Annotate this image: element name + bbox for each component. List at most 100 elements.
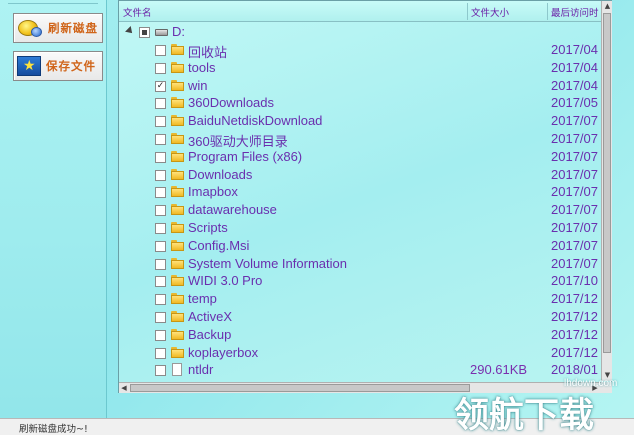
vertical-scrollbar[interactable]: ▲ ▼	[601, 1, 612, 381]
tree-row[interactable]: koplayerbox 2017/12	[119, 344, 601, 362]
folder-icon	[171, 133, 184, 144]
row-checkbox[interactable]	[155, 240, 166, 252]
row-name: win	[188, 77, 208, 93]
column-separator[interactable]	[467, 3, 468, 20]
row-checkbox[interactable]	[155, 116, 166, 128]
folder-icon	[171, 239, 184, 251]
row-name: 360Downloads	[188, 95, 275, 111]
row-checkbox[interactable]	[155, 187, 166, 199]
row-date: 2017/10	[551, 273, 598, 289]
root-drive-name: D:	[172, 24, 185, 39]
row-date: 2017/07	[551, 202, 598, 218]
row-checkbox[interactable]	[155, 223, 166, 234]
column-separator[interactable]	[547, 3, 548, 20]
tree-row[interactable]: ✓ win 2017/04	[119, 77, 601, 95]
row-checkbox[interactable]	[155, 62, 166, 74]
row-name: Backup	[188, 326, 232, 342]
row-name: Downloads	[188, 166, 253, 182]
column-header-last-access[interactable]: 最后访问时	[551, 5, 601, 19]
row-checkbox[interactable]	[155, 347, 166, 359]
row-checkbox[interactable]	[155, 169, 166, 181]
folder-icon	[171, 186, 184, 198]
tree-row[interactable]: System Volume Information 2017/07	[119, 255, 601, 273]
tree-row[interactable]: Downloads 2017/07	[119, 166, 601, 184]
file-icon	[172, 363, 182, 377]
row-date: 2017/07	[551, 220, 598, 235]
tree-row[interactable]: Imapbox 2017/07	[119, 183, 601, 201]
row-checkbox[interactable]	[155, 329, 166, 341]
refresh-disk-button[interactable]: 刷新磁盘	[13, 13, 103, 43]
row-checkbox[interactable]	[155, 294, 166, 306]
row-date: 2017/07	[551, 131, 598, 146]
folder-icon	[171, 311, 184, 322]
tree-row[interactable]: Program Files (x86) 2017/07	[119, 148, 601, 166]
refresh-disk-icon	[17, 16, 43, 40]
tree-row[interactable]: WIDI 3.0 Pro 2017/10	[119, 272, 601, 290]
folder-icon	[171, 275, 184, 287]
row-checkbox[interactable]	[155, 365, 166, 377]
expand-arrow-icon[interactable]	[125, 26, 135, 36]
row-date: 2017/04	[551, 59, 598, 75]
tree-row[interactable]: BaiduNetdiskDownload 2017/07	[119, 112, 601, 130]
tree-root-row[interactable]: D:	[119, 23, 601, 41]
row-date: 2017/07	[551, 237, 598, 253]
row-checkbox[interactable]	[155, 98, 166, 110]
row-checkbox[interactable]	[155, 276, 166, 288]
row-name: Imapbox	[188, 184, 238, 200]
row-checkbox[interactable]	[155, 312, 166, 323]
row-date: 2017/12	[551, 309, 598, 324]
tree-row[interactable]: 360Downloads 2017/05	[119, 94, 601, 112]
save-file-button[interactable]: ★ 保存文件	[13, 51, 103, 81]
file-tree[interactable]: 文件名 文件大小 最后访问时 D: 回收站 2017/04 tools 2017/04…	[118, 0, 612, 393]
scroll-left-arrow-icon[interactable]: ◀	[119, 383, 129, 393]
row-checkbox[interactable]: ✓	[155, 80, 166, 92]
folder-icon	[171, 97, 184, 109]
row-date: 2017/07	[551, 148, 598, 164]
tree-row[interactable]: tools 2017/04	[119, 59, 601, 77]
row-name: WIDI 3.0 Pro	[188, 273, 263, 289]
save-file-label: 保存文件	[46, 59, 96, 73]
tree-row[interactable]: 回收站 2017/04	[119, 41, 601, 60]
row-name: BaiduNetdiskDownload	[188, 113, 323, 129]
row-name: Config.Msi	[188, 237, 250, 253]
column-header-size[interactable]: 文件大小	[471, 5, 509, 19]
folder-icon	[171, 61, 184, 73]
row-date: 2017/12	[551, 291, 598, 307]
tree-row[interactable]: Scripts 2017/07	[119, 219, 601, 237]
folder-icon	[171, 222, 184, 233]
row-date: 2017/07	[551, 166, 598, 182]
row-checkbox[interactable]	[155, 45, 166, 56]
root-checkbox[interactable]	[139, 27, 150, 38]
tree-row[interactable]: temp 2017/12	[119, 290, 601, 308]
vertical-scroll-thumb[interactable]	[603, 13, 611, 353]
folder-icon	[171, 204, 184, 216]
row-name: tools	[188, 59, 216, 75]
tree-header: 文件名 文件大小 最后访问时	[119, 1, 601, 22]
row-date: 2017/12	[551, 344, 598, 360]
tree-row[interactable]: datawarehouse 2017/07	[119, 201, 601, 219]
row-checkbox[interactable]	[155, 258, 166, 270]
column-header-name[interactable]: 文件名	[123, 5, 152, 19]
row-date: 2017/07	[551, 184, 598, 200]
tree-row[interactable]: ntldr 290.61KB 2018/01	[119, 361, 601, 379]
folder-icon	[171, 115, 184, 127]
tree-row[interactable]: Config.Msi 2017/07	[119, 237, 601, 255]
row-date: 2017/07	[551, 255, 598, 271]
tree-row[interactable]: ActiveX 2017/12	[119, 308, 601, 326]
horizontal-scroll-thumb[interactable]	[130, 384, 470, 392]
row-checkbox[interactable]	[155, 151, 166, 163]
tree-row[interactable]: Backup 2017/12	[119, 326, 601, 344]
row-date: 2017/04	[551, 77, 598, 93]
row-checkbox[interactable]	[155, 134, 166, 145]
folder-icon	[171, 79, 184, 91]
row-checkbox[interactable]	[155, 205, 166, 217]
row-name: System Volume Information	[188, 255, 347, 271]
scroll-up-arrow-icon[interactable]: ▲	[603, 1, 612, 11]
folder-icon	[171, 293, 184, 305]
row-date: 2017/12	[551, 326, 598, 342]
row-name: temp	[188, 291, 217, 307]
row-size: 290.61KB	[470, 362, 528, 378]
row-date: 2018/01	[551, 362, 598, 378]
folder-icon	[171, 257, 184, 269]
tree-row[interactable]: 360驱动大师目录 2017/07	[119, 130, 601, 149]
